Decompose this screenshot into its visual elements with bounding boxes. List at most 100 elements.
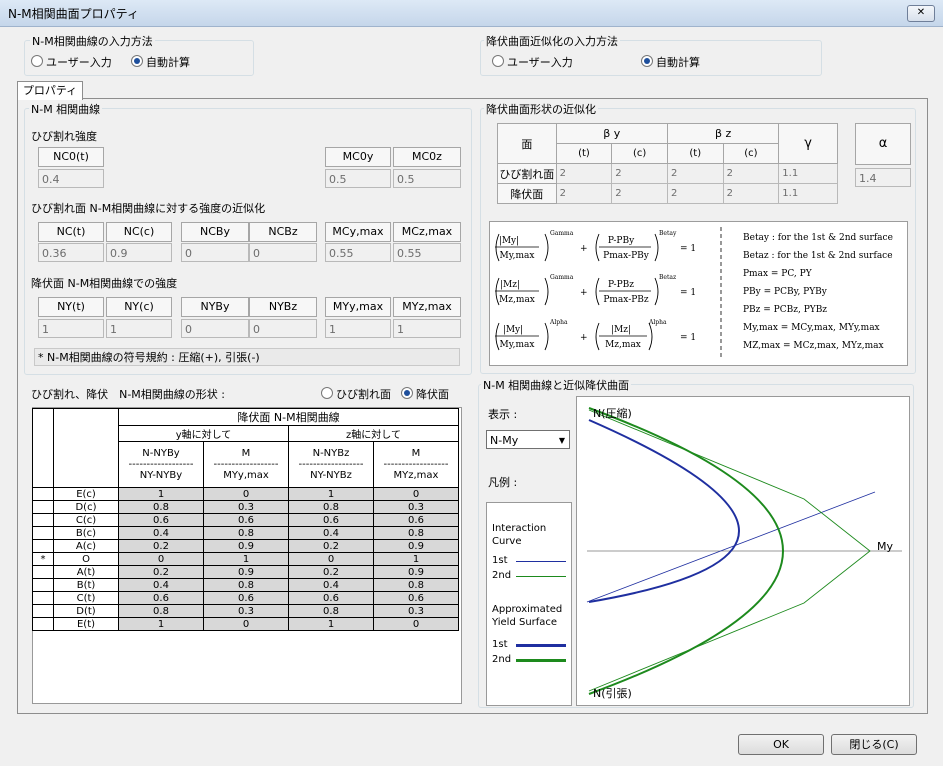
yield-by-c[interactable]: 2: [611, 183, 668, 204]
shape-yield-radio[interactable]: 降伏面: [401, 386, 449, 402]
table-cell[interactable]: 0.3: [203, 604, 289, 618]
table-cell[interactable]: 0.6: [373, 513, 459, 527]
table-cell[interactable]: 0.8: [203, 526, 289, 540]
field-nyc[interactable]: 1: [106, 319, 172, 338]
table-cell[interactable]: 1: [118, 487, 204, 501]
input-method-user-radio[interactable]: ユーザー入力: [31, 54, 112, 70]
legend-approx-2nd: 2nd: [492, 654, 512, 665]
yield-bz-t[interactable]: 2: [666, 183, 724, 204]
shape-crack-radio[interactable]: ひび割れ面: [321, 386, 391, 402]
header-ncc: NC(c): [106, 222, 172, 242]
yield-method-auto-radio[interactable]: 自動計算: [641, 54, 700, 70]
table-cell[interactable]: 1: [373, 552, 459, 566]
table-cell[interactable]: 0.6: [288, 513, 374, 527]
table-cell[interactable]: 0.4: [288, 578, 374, 592]
crack-by-c[interactable]: 2: [611, 163, 668, 184]
table-cell[interactable]: 0.9: [373, 565, 459, 579]
note-5: My,max = MCy,max, MYy,max: [743, 323, 880, 333]
table-cell[interactable]: 1: [288, 617, 374, 631]
nm-curve-title: N-M 相関曲線: [29, 101, 103, 117]
table-cell[interactable]: 0.2: [288, 565, 374, 579]
field-ncby[interactable]: 0: [181, 243, 249, 262]
table-cell[interactable]: 0.4: [118, 526, 204, 540]
table-cell[interactable]: 0.6: [288, 591, 374, 605]
yield-by-t[interactable]: 2: [555, 183, 613, 204]
yield-shape-title: 降伏曲面形状の近似化: [484, 101, 598, 117]
table-cell[interactable]: 0.9: [203, 539, 289, 553]
header-nct: NC(t): [38, 222, 104, 242]
field-mc0z[interactable]: 0.5: [393, 169, 461, 188]
table-cell[interactable]: 0.8: [288, 604, 374, 618]
table-cell[interactable]: 0.6: [203, 513, 289, 527]
yield-bz-c[interactable]: 2: [722, 183, 780, 204]
table-cell[interactable]: 0.8: [118, 604, 204, 618]
table-cell[interactable]: 0.2: [118, 539, 204, 553]
field-myzmax[interactable]: 1: [393, 319, 461, 338]
radio-icon: [492, 55, 504, 67]
display-select[interactable]: N-My ▼: [486, 430, 570, 449]
table-cell[interactable]: 0.8: [373, 526, 459, 540]
header-nyc: NY(c): [106, 297, 172, 317]
table-cell[interactable]: 0.8: [203, 578, 289, 592]
crack-by-t[interactable]: 2: [555, 163, 613, 184]
table-cell[interactable]: 0.6: [373, 591, 459, 605]
table-cell[interactable]: 0: [373, 617, 459, 631]
field-nyby[interactable]: 0: [181, 319, 249, 338]
crack-bz-c[interactable]: 2: [722, 163, 780, 184]
input-method-auto-radio[interactable]: 自動計算: [131, 54, 190, 70]
close-icon[interactable]: ✕: [907, 5, 935, 22]
table-cell[interactable]: 0: [203, 487, 289, 501]
f3-plus: +: [580, 333, 588, 343]
table-cell[interactable]: 0.2: [288, 539, 374, 553]
row-label: E(t): [53, 617, 119, 631]
table-cell[interactable]: 0.8: [373, 578, 459, 592]
table-cell[interactable]: 0: [288, 552, 374, 566]
field-ncbz[interactable]: 0: [249, 243, 317, 262]
table-row: B(t) 0.4 0.8 0.4 0.8: [32, 578, 459, 592]
table-cell[interactable]: 1: [203, 552, 289, 566]
crack-gamma[interactable]: 1.1: [778, 163, 838, 184]
col-n-y: N-NYBy ------------------ NY-NYBy: [118, 441, 204, 488]
table-cell[interactable]: 1: [288, 487, 374, 501]
field-alpha[interactable]: 1.4: [855, 168, 911, 187]
table-cell[interactable]: 0.3: [373, 604, 459, 618]
field-mcymax[interactable]: 0.55: [325, 243, 391, 262]
display-select-value: N-My: [490, 434, 519, 447]
table-cell[interactable]: 0.8: [288, 500, 374, 514]
table-cell[interactable]: 0.8: [118, 500, 204, 514]
table-cell[interactable]: 0.6: [118, 513, 204, 527]
tab-property[interactable]: プロパティ: [17, 81, 83, 100]
field-nc0t[interactable]: 0.4: [38, 169, 104, 188]
table-cell[interactable]: 0: [203, 617, 289, 631]
ok-button[interactable]: OK: [738, 734, 824, 755]
table-cell[interactable]: 0.4: [118, 578, 204, 592]
table-cell[interactable]: 0.4: [288, 526, 374, 540]
sub-by-t: (t): [555, 143, 613, 164]
row-label: A(t): [53, 565, 119, 579]
table-cell[interactable]: 0.2: [118, 565, 204, 579]
yield-gamma[interactable]: 1.1: [778, 183, 838, 204]
field-nybz[interactable]: 0: [249, 319, 317, 338]
table-cell[interactable]: 0.6: [203, 591, 289, 605]
legend-approx-title: Approximated Yield Surface: [492, 604, 563, 628]
table-cell[interactable]: 0.3: [373, 500, 459, 514]
chevron-down-icon: ▼: [558, 436, 565, 445]
field-nyt[interactable]: 1: [38, 319, 104, 338]
yield-method-user-radio[interactable]: ユーザー入力: [492, 54, 573, 70]
table-cell[interactable]: 0.9: [203, 565, 289, 579]
field-mc0y[interactable]: 0.5: [325, 169, 391, 188]
table-cell[interactable]: 0.6: [118, 591, 204, 605]
table-cell[interactable]: 0: [118, 552, 204, 566]
table-cell[interactable]: 0.3: [203, 500, 289, 514]
field-ncc[interactable]: 0.9: [106, 243, 172, 262]
table-cell[interactable]: 0: [373, 487, 459, 501]
table-cell[interactable]: 1: [118, 617, 204, 631]
f2-eq: = 1: [680, 288, 696, 298]
col-face: 面: [497, 123, 557, 164]
field-myymax[interactable]: 1: [325, 319, 391, 338]
table-cell[interactable]: 0.9: [373, 539, 459, 553]
field-mczmax[interactable]: 0.55: [393, 243, 461, 262]
crack-bz-t[interactable]: 2: [666, 163, 724, 184]
field-nct[interactable]: 0.36: [38, 243, 104, 262]
close-button[interactable]: 閉じる(C): [831, 734, 917, 755]
